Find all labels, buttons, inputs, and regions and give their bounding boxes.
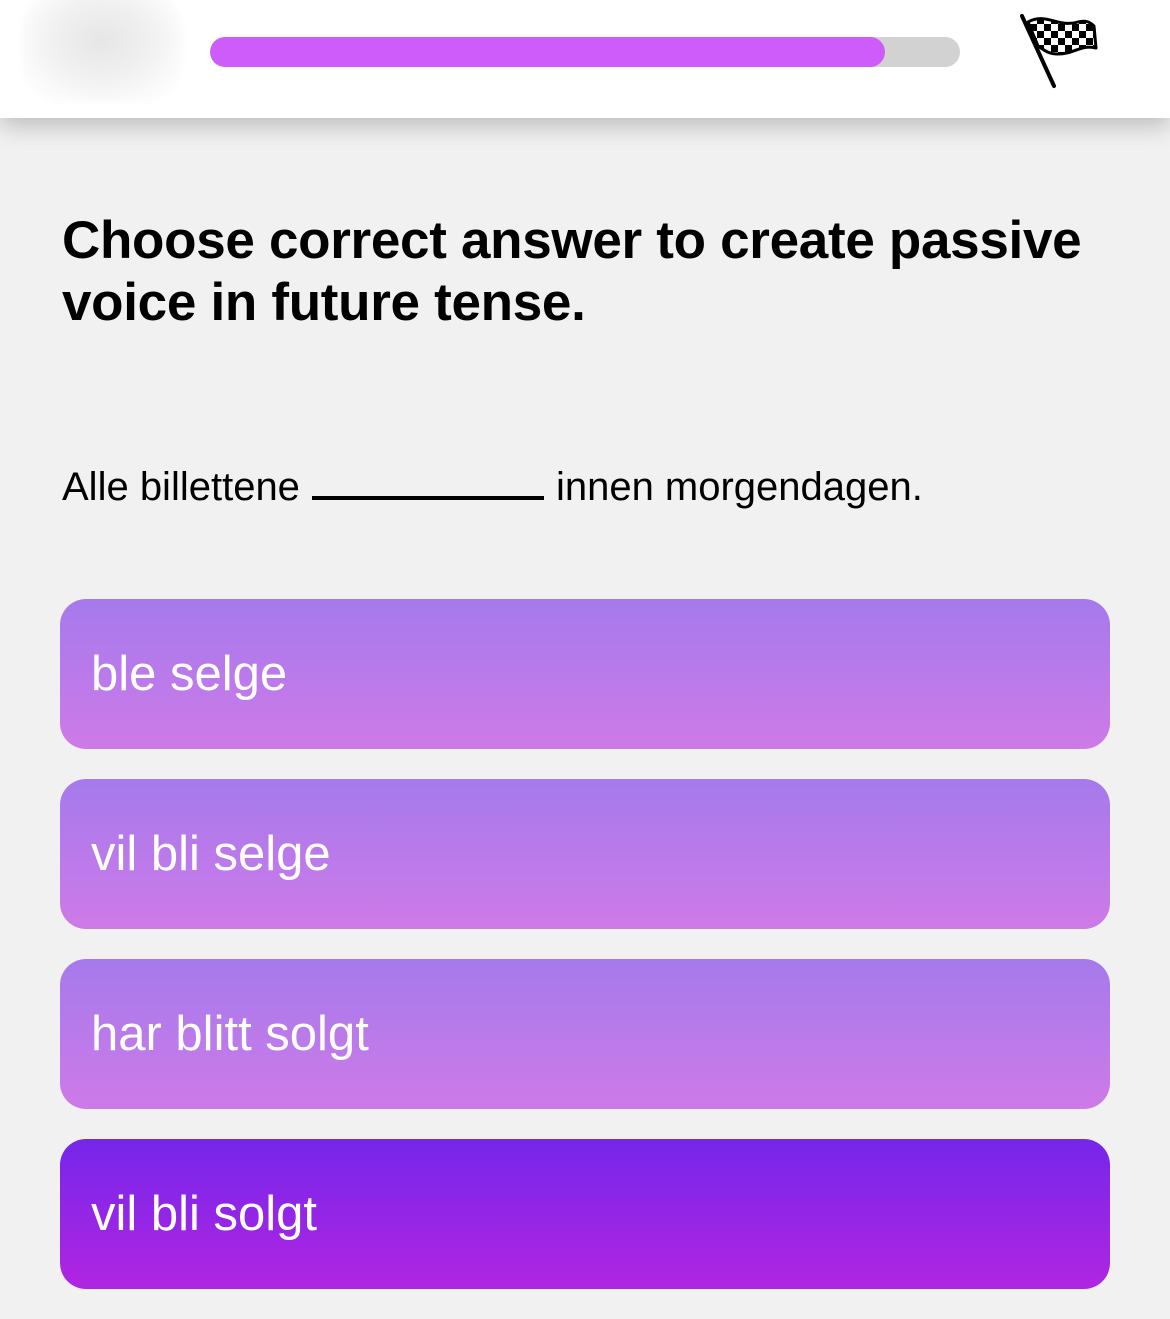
question-instruction: Choose correct answer to create passive … (62, 211, 1082, 332)
answer-option-label: ble selge (91, 647, 288, 701)
answer-option-label: vil bli solgt (91, 1187, 318, 1241)
answer-option-selected[interactable]: vil bli solgt (60, 1139, 1110, 1289)
sentence-after: innen morgendagen. (555, 465, 923, 509)
progress-bar-fill (210, 37, 885, 67)
answer-option-label: vil bli selge (91, 827, 331, 881)
checkered-flag-icon[interactable] (1016, 10, 1102, 92)
answer-option[interactable]: ble selge (60, 599, 1110, 749)
answer-option[interactable]: vil bli selge (60, 779, 1110, 929)
progress-bar (210, 37, 960, 67)
top-bar (0, 0, 1170, 118)
answer-option-label: har blitt solgt (91, 1007, 369, 1061)
fill-in-sentence: Alle billettene innen morgendagen. (62, 458, 1132, 513)
sentence-before: Alle billettene (62, 465, 300, 509)
answer-options: ble selge vil bli selge har blitt solgt … (60, 599, 1110, 1319)
app-logo (22, 0, 182, 102)
answer-blank (311, 458, 544, 500)
answer-option[interactable]: har blitt solgt (60, 959, 1110, 1109)
